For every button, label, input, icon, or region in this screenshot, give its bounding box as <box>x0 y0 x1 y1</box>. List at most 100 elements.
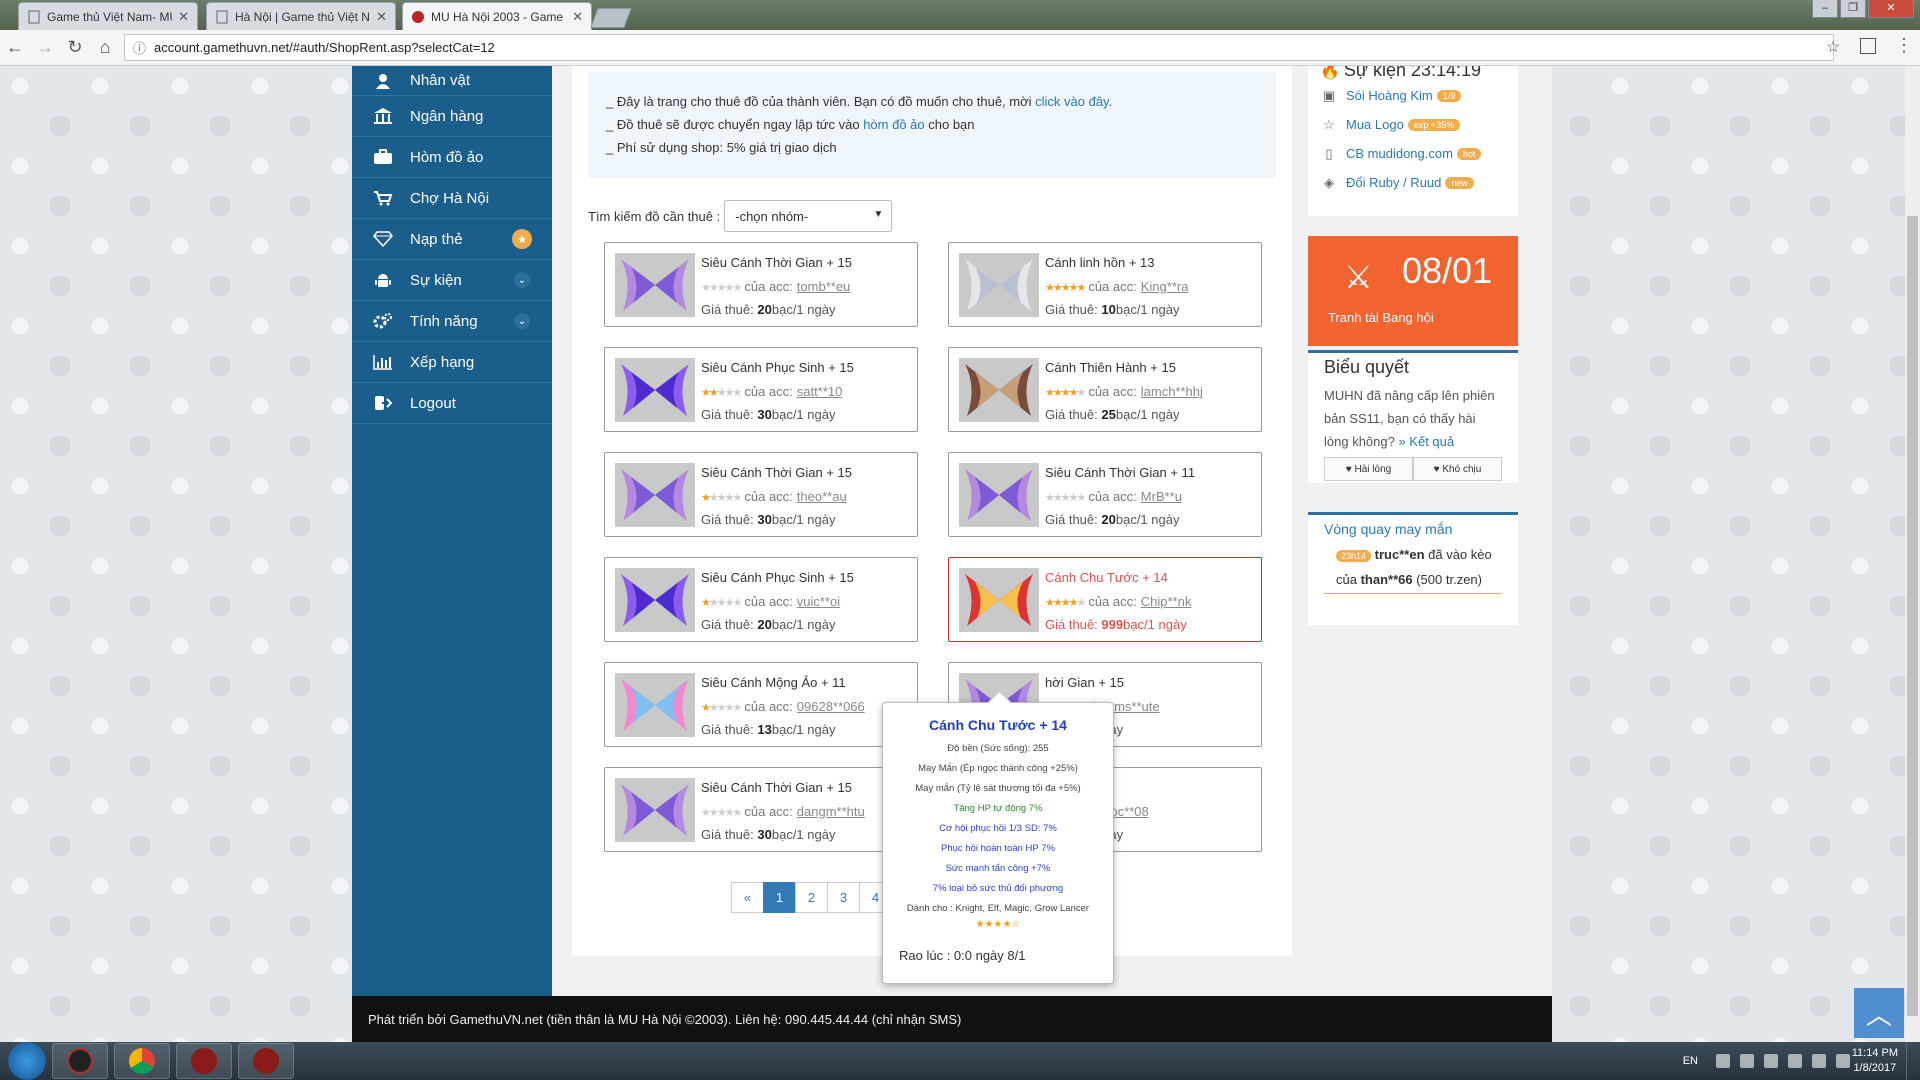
sign-out-icon <box>372 394 394 412</box>
guild-war-box[interactable]: ⚔ 08/01 Tranh tài Bang hội <box>1308 236 1518 346</box>
taskbar-clock[interactable]: 11:14 PM 1/8/2017 <box>1852 1046 1898 1076</box>
sidebar-item-features[interactable]: Tính năng ⌄ <box>352 301 552 342</box>
price-unit: bạc/1 ngày <box>771 512 836 527</box>
event-item-mudidong[interactable]: ▯ CB mudidong.com hot <box>1320 139 1506 168</box>
owner-account[interactable]: tomb**eu <box>797 279 850 294</box>
tooltip-option-line: May Mắn (Ép ngọc thành công +25%) <box>918 763 1078 774</box>
rent-item-card[interactable]: Siêu Cánh Phục Sinh + 15 ★★★★★ của acc: sat… <box>604 347 918 432</box>
caret-down-icon: ▼ <box>873 209 884 220</box>
owner-account[interactable]: Chip**nk <box>1141 594 1192 609</box>
owner-account[interactable]: MrB**u <box>1141 489 1182 504</box>
network-icon[interactable] <box>1836 1054 1850 1068</box>
wing-image <box>615 463 695 527</box>
back-icon[interactable]: ← <box>0 33 30 63</box>
sidebar-item-market[interactable]: Chợ Hà Nội <box>352 178 552 219</box>
tray-icon[interactable] <box>1788 1054 1802 1068</box>
reload-icon[interactable]: ↻ <box>60 33 90 63</box>
sidebar-item-bank[interactable]: Ngân hàng <box>352 96 552 137</box>
page-2-button[interactable]: 2 <box>795 882 828 913</box>
owner-account[interactable]: dangm**htu <box>797 804 865 819</box>
rent-item-card[interactable]: Cánh Thiên Hành + 15 ★★★★★ của acc: lamch**… <box>948 347 1262 432</box>
owner-label: của acc: <box>744 804 793 819</box>
address-bar[interactable]: ⓘ account.gamethuvn.net/#auth/ShopRent.a… <box>124 34 1834 61</box>
clock-time: 11:14 PM <box>1851 1047 1898 1059</box>
virtual-chest-link[interactable]: hòm đồ ảo <box>863 117 924 132</box>
android-icon <box>372 271 394 289</box>
sidebar-item-ranking[interactable]: Xếp hạng <box>352 342 552 383</box>
window-close-icon[interactable]: ✕ <box>1868 0 1914 18</box>
rent-item-card[interactable]: Siêu Cánh Mộng Ảo + 11 ★★★★★ của acc: 09628… <box>604 662 918 747</box>
page-3-button[interactable]: 3 <box>827 882 860 913</box>
language-indicator[interactable]: EN <box>1683 1055 1698 1067</box>
volume-icon[interactable] <box>1812 1054 1826 1068</box>
tray-icon[interactable] <box>1740 1054 1754 1068</box>
group-select[interactable]: -chọn nhóm- ▼ <box>724 200 893 232</box>
poll-results-link[interactable]: » Kết quả <box>1398 434 1454 449</box>
browser-tab-2[interactable]: Hà Nội | Game thủ Việt N ✕ <box>206 2 396 30</box>
start-button[interactable] <box>8 1042 46 1080</box>
rent-item-card[interactable]: Siêu Cánh Thời Gian + 15 ★★★★★ của acc: the… <box>604 452 918 537</box>
browser-tab-3-active[interactable]: MU Hà Nội 2003 - Game ✕ <box>402 2 592 30</box>
rent-item-card[interactable]: Siêu Cánh Thời Gian + 11 ★★★★★ của acc: MrB… <box>948 452 1262 537</box>
taskbar-app-game-1[interactable] <box>176 1043 232 1079</box>
tooltip-options: Độ bền (Sức sống): 255 May Mắn (Ép ngọc t… <box>883 739 1113 919</box>
taskbar-app-chrome[interactable] <box>114 1043 170 1079</box>
sidebar-item-characters[interactable]: Nhân vật <box>352 66 552 96</box>
scrollbar-thumb[interactable] <box>1907 216 1918 1016</box>
event-item-golden-wolf[interactable]: ▣ Sói Hoàng Kim 1/9 <box>1320 81 1506 110</box>
forward-icon[interactable]: → <box>30 33 60 63</box>
owner-account[interactable]: vuic**oi <box>797 594 840 609</box>
rent-item-card[interactable]: Cánh linh hồn + 13 ★★★★★ của acc: King**ra G… <box>948 242 1262 327</box>
extension-icon[interactable] <box>1860 38 1876 54</box>
page-scrollbar[interactable] <box>1905 66 1920 1042</box>
menu-dots-icon[interactable]: ⋮ <box>1895 35 1913 56</box>
info-line-3: _ Phí sử dụng shop: 5% giá trị giao dịch <box>606 140 837 155</box>
restore-icon[interactable]: ❐ <box>1840 0 1866 18</box>
event-item-buy-logo[interactable]: ☆ Mua Logo exp +35% <box>1320 110 1506 139</box>
home-icon[interactable]: ⌂ <box>90 33 120 63</box>
sidebar-item-virtual-chest[interactable]: Hòm đồ ảo <box>352 137 552 178</box>
page-1-button[interactable]: 1 <box>763 882 796 913</box>
events-title-text: Sự kiện 23:14:19 <box>1343 66 1482 80</box>
scroll-to-top-button[interactable]: ︿ <box>1854 988 1904 1038</box>
rent-out-link[interactable]: click vào đây <box>1035 94 1108 109</box>
system-tray: EN <box>1683 1042 1860 1080</box>
taskbar-app-game-2[interactable] <box>238 1043 294 1079</box>
rent-item-card[interactable]: Cánh Chu Tước + 14 ★★★★★ của acc: Chip**nk G… <box>948 557 1262 642</box>
show-desktop-button[interactable] <box>1906 1042 1920 1080</box>
close-icon[interactable]: ✕ <box>178 9 189 25</box>
rent-item-card[interactable]: Siêu Cánh Phục Sinh + 15 ★★★★★ của acc: vui… <box>604 557 918 642</box>
chevron-down-icon[interactable]: ⌄ <box>514 313 530 329</box>
owner-account[interactable]: theo**au <box>797 489 847 504</box>
chevron-down-icon[interactable]: ⌄ <box>514 272 530 288</box>
browser-tab-1[interactable]: Game thủ Việt Nam- MU ✕ <box>18 2 198 30</box>
sidebar-item-topup[interactable]: Nạp thẻ ★ <box>352 219 552 260</box>
owner-account[interactable]: 09628**066 <box>797 699 865 714</box>
sidebar-item-logout[interactable]: Logout <box>352 383 552 424</box>
window-controls: – ❐ ✕ <box>1810 0 1914 18</box>
owner-account[interactable]: satt**10 <box>797 384 843 399</box>
taskbar-app-mu[interactable] <box>52 1043 108 1079</box>
item-owner: ★★★★★ của acc: lamch**hhj <box>1045 384 1203 399</box>
owner-label: của acc: <box>1088 384 1137 399</box>
tray-icon[interactable] <box>1764 1054 1778 1068</box>
tray-icon[interactable] <box>1716 1054 1730 1068</box>
close-icon[interactable]: ✕ <box>572 9 583 25</box>
tooltip-stars: ★★★★☆ <box>975 919 1021 930</box>
bookmark-star-icon[interactable]: ☆ <box>1826 37 1840 57</box>
sidebar-item-events[interactable]: Sự kiện ⌄ <box>352 260 552 301</box>
event-item-ruby-exchange[interactable]: ◈ Đổi Ruby / Ruud new <box>1320 168 1506 197</box>
new-tab-button[interactable] <box>590 8 632 28</box>
price-unit: bạc/1 ngày <box>1123 617 1187 632</box>
close-icon[interactable]: ✕ <box>376 9 387 25</box>
lucky-wheel-title[interactable]: Vòng quay may mắn <box>1324 521 1502 537</box>
poll-unsatisfied-button[interactable]: ♥ Khó chịu <box>1413 457 1502 481</box>
page-prev-button[interactable]: « <box>731 882 764 913</box>
minimize-icon[interactable]: – <box>1812 0 1838 18</box>
info-icon[interactable]: ⓘ <box>133 38 146 57</box>
rent-item-card[interactable]: Siêu Cánh Thời Gian + 15 ★★★★★ của acc: dan… <box>604 767 918 852</box>
owner-account[interactable]: King**ra <box>1141 279 1189 294</box>
rent-item-card[interactable]: Siêu Cánh Thời Gian + 15 ★★★★★ của acc: tom… <box>604 242 918 327</box>
owner-account[interactable]: lamch**hhj <box>1141 384 1203 399</box>
poll-satisfied-button[interactable]: ♥ Hài lòng <box>1324 457 1413 481</box>
